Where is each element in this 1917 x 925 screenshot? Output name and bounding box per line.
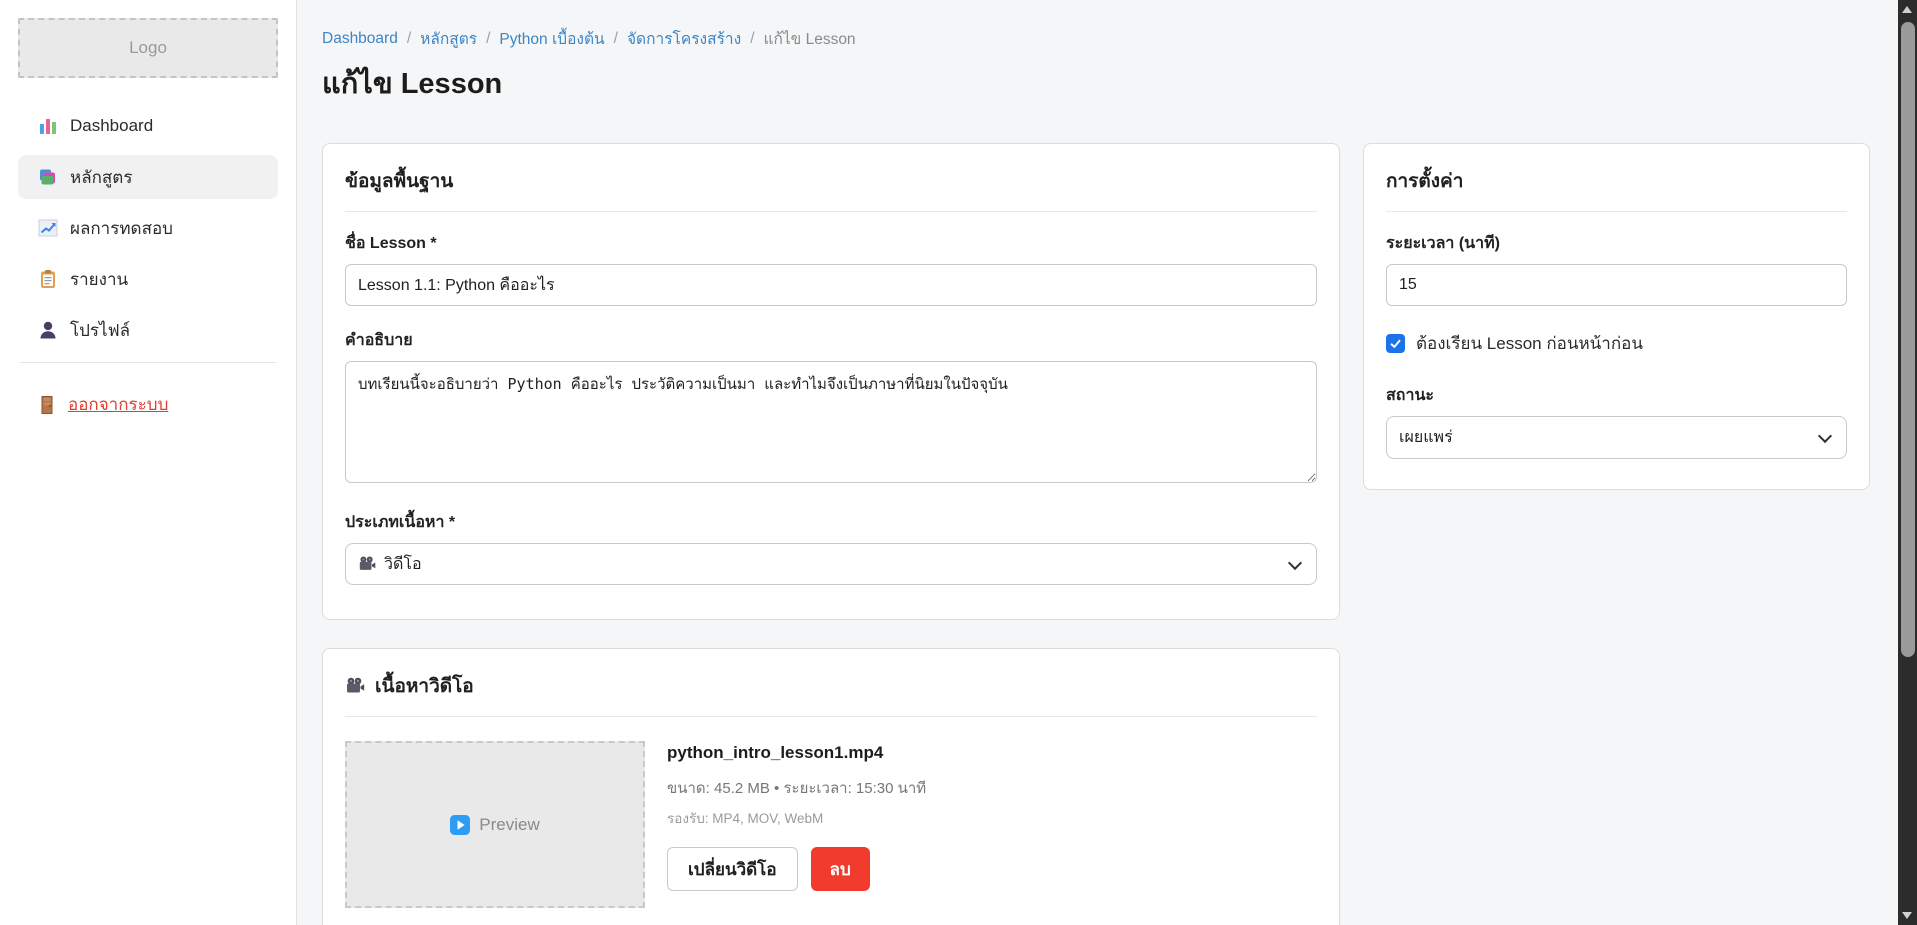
clipboard-icon bbox=[38, 269, 58, 289]
card-divider bbox=[345, 716, 1317, 717]
change-video-button[interactable]: เปลี่ยนวิดีโอ bbox=[667, 847, 798, 891]
breadcrumb: Dashboard / หลักสูตร / Python เบื้องต้น … bbox=[322, 26, 856, 51]
chevron-down-icon bbox=[1288, 556, 1302, 570]
lesson-name-input[interactable] bbox=[345, 264, 1317, 306]
card-divider bbox=[345, 211, 1317, 212]
video-preview-placeholder[interactable]: Preview bbox=[345, 741, 645, 908]
video-supported-formats: รองรับ: MP4, MOV, WebM bbox=[667, 807, 926, 829]
breadcrumb-current: แก้ไข Lesson bbox=[764, 26, 856, 51]
settings-title: การตั้งค่า bbox=[1386, 166, 1847, 196]
video-buttons: เปลี่ยนวิดีโอ ลบ bbox=[667, 847, 926, 891]
chevron-down-icon bbox=[1818, 429, 1832, 443]
preview-label: Preview bbox=[479, 815, 539, 835]
bar-chart-icon bbox=[38, 116, 58, 136]
basic-info-card: ข้อมูลพื้นฐาน ชื่อ Lesson * คำอธิบาย บทเ… bbox=[322, 143, 1340, 620]
breadcrumb-separator: / bbox=[486, 30, 490, 48]
sidebar-item-label: โปรไฟล์ bbox=[70, 317, 130, 344]
logo-label: Logo bbox=[129, 38, 167, 58]
door-icon bbox=[38, 395, 56, 415]
video-file-meta: ขนาด: 45.2 MB • ระยะเวลา: 15:30 นาที bbox=[667, 776, 926, 800]
breadcrumb-link-dashboard[interactable]: Dashboard bbox=[322, 30, 398, 48]
content-type-label: ประเภทเนื้อหา * bbox=[345, 510, 1317, 535]
breadcrumb-link-courses[interactable]: หลักสูตร bbox=[420, 26, 477, 51]
video-content-card: เนื้อหาวิดีโอ Preview python_intro_lesso… bbox=[322, 648, 1340, 925]
prerequisite-label: ต้องเรียน Lesson ก่อนหน้าก่อน bbox=[1416, 330, 1643, 357]
scrollbar-down-arrow-icon[interactable] bbox=[1902, 912, 1912, 919]
main-content: Dashboard / หลักสูตร / Python เบื้องต้น … bbox=[298, 0, 1898, 925]
status-label: สถานะ bbox=[1386, 383, 1847, 408]
movie-camera-icon bbox=[358, 555, 376, 573]
movie-camera-icon bbox=[345, 676, 365, 696]
content-type-select[interactable]: วิดีโอ bbox=[345, 543, 1317, 585]
card-divider bbox=[1386, 211, 1847, 212]
video-card-title: เนื้อหาวิดีโอ bbox=[375, 671, 474, 701]
sidebar-item-dashboard[interactable]: Dashboard bbox=[18, 104, 278, 148]
scrollbar-thumb[interactable] bbox=[1901, 22, 1915, 657]
breadcrumb-separator: / bbox=[614, 30, 618, 48]
breadcrumb-separator: / bbox=[750, 30, 754, 48]
description-textarea[interactable]: บทเรียนนี้จะอธิบายว่า Python คืออะไร ประ… bbox=[345, 361, 1317, 483]
settings-card: การตั้งค่า ระยะเวลา (นาที) ต้องเรียน Les… bbox=[1363, 143, 1870, 490]
sidebar: Logo Dashboard หลักสูตร ผลการทดสอบ รายงา… bbox=[0, 0, 297, 925]
checkbox-checked-icon[interactable] bbox=[1386, 334, 1405, 353]
play-icon bbox=[450, 815, 470, 835]
duration-label: ระยะเวลา (นาที) bbox=[1386, 231, 1847, 256]
books-icon bbox=[38, 167, 58, 187]
page-title: แก้ไข Lesson bbox=[322, 60, 502, 106]
logout-label: ออกจากระบบ bbox=[68, 391, 168, 418]
chart-increasing-icon bbox=[38, 218, 58, 238]
video-file-name: python_intro_lesson1.mp4 bbox=[667, 743, 926, 763]
sidebar-item-label: หลักสูตร bbox=[70, 164, 132, 191]
video-card-header: เนื้อหาวิดีโอ bbox=[345, 671, 1317, 701]
video-row: Preview python_intro_lesson1.mp4 ขนาด: 4… bbox=[345, 741, 1317, 908]
breadcrumb-link-structure[interactable]: จัดการโครงสร้าง bbox=[627, 26, 741, 51]
logo: Logo bbox=[18, 18, 278, 78]
basic-info-title: ข้อมูลพื้นฐาน bbox=[345, 166, 1317, 196]
duration-input[interactable] bbox=[1386, 264, 1847, 306]
sidebar-item-reports[interactable]: รายงาน bbox=[18, 257, 278, 301]
breadcrumb-link-course[interactable]: Python เบื้องต้น bbox=[499, 26, 604, 51]
sidebar-item-label: Dashboard bbox=[70, 116, 153, 136]
status-select[interactable]: เผยแพร่ bbox=[1386, 416, 1847, 459]
status-value: เผยแพร่ bbox=[1399, 425, 1453, 450]
sidebar-item-label: ผลการทดสอบ bbox=[70, 215, 173, 242]
sidebar-nav: Dashboard หลักสูตร ผลการทดสอบ รายงาน โปร… bbox=[0, 104, 296, 352]
vertical-scrollbar[interactable] bbox=[1898, 0, 1917, 925]
description-label: คำอธิบาย bbox=[345, 328, 1317, 353]
person-icon bbox=[38, 320, 58, 340]
delete-video-button[interactable]: ลบ bbox=[811, 847, 870, 891]
scrollbar-up-arrow-icon[interactable] bbox=[1902, 6, 1912, 13]
logout-link[interactable]: ออกจากระบบ bbox=[18, 391, 278, 418]
sidebar-item-courses[interactable]: หลักสูตร bbox=[18, 155, 278, 199]
video-info: python_intro_lesson1.mp4 ขนาด: 45.2 MB •… bbox=[667, 741, 926, 908]
sidebar-divider bbox=[20, 362, 276, 363]
content-type-value: วิดีโอ bbox=[384, 552, 422, 577]
sidebar-item-label: รายงาน bbox=[70, 266, 128, 293]
breadcrumb-separator: / bbox=[407, 30, 411, 48]
prerequisite-checkbox-row[interactable]: ต้องเรียน Lesson ก่อนหน้าก่อน bbox=[1386, 330, 1847, 357]
lesson-name-label: ชื่อ Lesson * bbox=[345, 231, 1317, 256]
sidebar-item-profile[interactable]: โปรไฟล์ bbox=[18, 308, 278, 352]
sidebar-item-test-results[interactable]: ผลการทดสอบ bbox=[18, 206, 278, 250]
